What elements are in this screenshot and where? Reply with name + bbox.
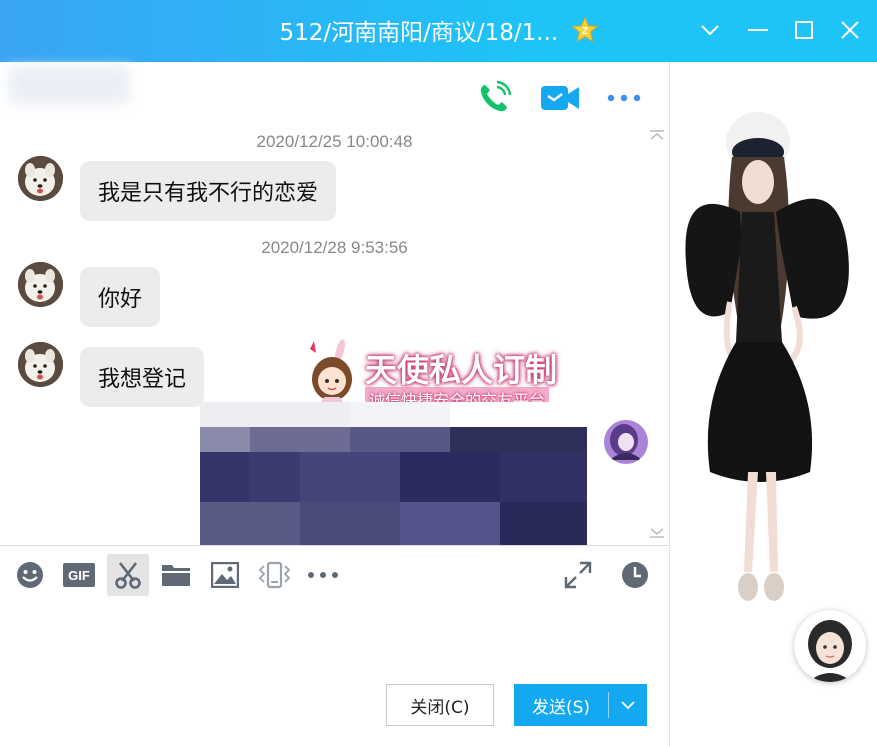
- emoji-icon: [17, 562, 43, 588]
- more-icon: [607, 94, 641, 102]
- message-timestamp: 2020/12/28 9:53:56: [261, 238, 408, 257]
- gif-button[interactable]: GIF: [58, 554, 100, 596]
- emoji-button[interactable]: [9, 554, 51, 596]
- dropdown-window-button[interactable]: [698, 18, 722, 42]
- screenshot-button[interactable]: [107, 554, 149, 596]
- dog-avatar-icon: [18, 342, 63, 387]
- scroll-down-icon[interactable]: [649, 528, 665, 538]
- history-icon: [622, 562, 648, 588]
- message-bubble[interactable]: 你好: [80, 267, 161, 327]
- more-icon: [308, 572, 338, 578]
- window-title: 512/河南南阳/商议/18/1...: [279, 20, 559, 46]
- expand-icon: [564, 561, 592, 589]
- message-input[interactable]: 关闭(C) 发送(S): [0, 604, 669, 746]
- video-call-button[interactable]: [540, 80, 580, 116]
- image-button[interactable]: [204, 554, 246, 596]
- maximize-button[interactable]: [792, 18, 816, 42]
- maximize-icon: [795, 21, 813, 39]
- file-button[interactable]: [155, 554, 197, 596]
- contact-show-panel: [669, 62, 877, 746]
- chevron-down-icon: [701, 25, 719, 36]
- show-avatar-button[interactable]: [794, 610, 866, 682]
- close-window-button[interactable]: [838, 18, 862, 42]
- more-options-button[interactable]: [604, 80, 644, 116]
- svg-text:Z: Z: [581, 26, 587, 37]
- anime-girl-avatar-icon: [604, 420, 648, 464]
- promo-title: 天使私人订制: [365, 351, 558, 389]
- gif-icon: GIF: [63, 563, 95, 587]
- dog-avatar-icon: [18, 262, 63, 307]
- folder-icon: [162, 565, 190, 586]
- minimize-button[interactable]: [746, 18, 770, 42]
- message-bubble[interactable]: 我想登记: [80, 347, 205, 407]
- message-timestamp: 2020/12/25 10:00:48: [256, 132, 413, 151]
- minimize-icon: [748, 29, 768, 31]
- expand-input-button[interactable]: [557, 554, 599, 596]
- voice-call-button[interactable]: [474, 80, 514, 116]
- dog-avatar-icon: [18, 156, 63, 201]
- shake-button[interactable]: [253, 554, 295, 596]
- pixelated-message-bubble: [200, 402, 590, 545]
- self-avatar[interactable]: [604, 420, 648, 464]
- contact-avatar[interactable]: [18, 262, 63, 307]
- image-icon: [211, 562, 239, 588]
- title-bar: 512/河南南阳/商议/18/1... Z: [0, 0, 877, 62]
- shake-icon: [258, 561, 291, 589]
- blurred-contact-name: [8, 66, 130, 104]
- more-tools-button[interactable]: [302, 554, 344, 596]
- fashion-avatar-figure: [685, 112, 849, 601]
- phone-call-icon: [480, 80, 512, 112]
- close-icon: [841, 21, 859, 39]
- video-call-icon: [541, 86, 579, 110]
- send-button[interactable]: 发送(S): [514, 684, 647, 726]
- contact-avatar[interactable]: [18, 156, 63, 201]
- star-badge-icon: Z: [571, 17, 598, 43]
- chevron-down-icon: [621, 701, 635, 709]
- send-options-dropdown[interactable]: [609, 701, 647, 709]
- message-bubble[interactable]: 我是只有我不行的恋爱: [80, 161, 337, 221]
- scissors-icon: [115, 562, 141, 589]
- close-button[interactable]: 关闭(C): [386, 684, 494, 726]
- svg-text:GIF: GIF: [68, 568, 90, 583]
- girl-portrait-icon: [808, 620, 852, 682]
- chat-area[interactable]: 2020/12/25 10:00:48 我是只有我不行的恋爱 2020/12/2…: [0, 62, 669, 545]
- message-history-button[interactable]: [614, 554, 656, 596]
- contact-avatar[interactable]: [18, 342, 63, 387]
- input-toolbar: GIF: [0, 546, 669, 604]
- send-button-label: 发送(S): [531, 697, 591, 718]
